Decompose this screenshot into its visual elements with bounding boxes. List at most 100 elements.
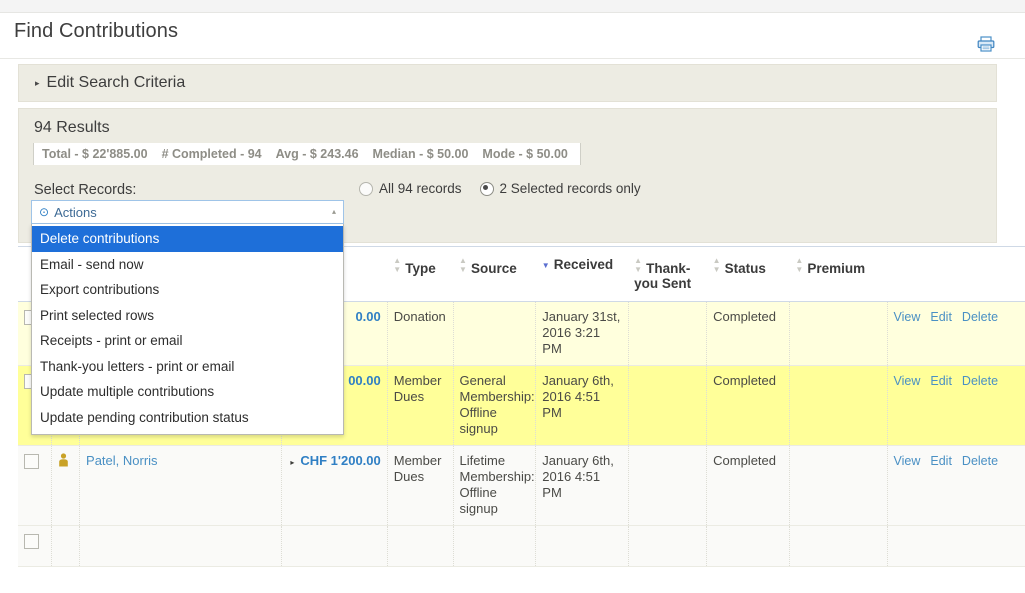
expand-amount-icon[interactable]: ▸ [290,458,294,467]
table-row: Patel, Norris ▸CHF 1'200.00 Member Dues … [18,445,1025,525]
row-premium-cell [789,525,887,566]
select-records-label: Select Records: [34,182,136,198]
row-edit-link[interactable]: Edit [930,310,952,324]
row-view-link[interactable]: View [894,454,921,468]
menu-item-email-send-now[interactable]: Email - send now [32,252,343,278]
th-received[interactable]: ▼Received [536,247,628,302]
edit-search-criteria-bar[interactable]: ▸ Edit Search Criteria [18,64,997,102]
stat-completed: # Completed - 94 [162,147,262,161]
app-root: Find Contributions ▸ Edit Search Criteri… [0,0,1025,593]
actions-select-button[interactable]: ⊙ Actions ▴ [31,200,344,224]
row-type-cell: Member Dues [387,445,453,525]
row-actions-cell [887,525,1025,566]
row-checkbox-cell[interactable] [18,525,52,566]
individual-contact-icon [58,453,69,467]
row-amount: 0.00 [355,309,380,324]
row-name-cell[interactable]: Patel, Norris [80,445,282,525]
row-amount: 00.00 [348,373,381,388]
th-type-label: Type [405,261,436,276]
row-edit-link[interactable]: Edit [930,454,952,468]
row-thank-you-cell [628,525,707,566]
row-received-cell: January 6th, 2016 4:51 PM [536,445,628,525]
title-divider [0,58,1025,59]
th-premium-label: Premium [807,261,865,276]
radio-option-selected-records[interactable]: 2 Selected records only [480,181,641,196]
row-actions-cell: View Edit Delete [887,445,1025,525]
th-status-label: Status [725,261,766,276]
stat-total: Total - $ 22'885.00 [42,147,148,161]
row-type-cell: Donation [387,301,453,365]
row-status-cell: Completed [707,365,790,445]
th-received-label: Received [554,257,613,272]
row-delete-link[interactable]: Delete [962,454,998,468]
radio-selected-records-label: 2 Selected records only [500,181,641,196]
row-received-cell: January 31st, 2016 3:21 PM [536,301,628,365]
row-amount-cell [281,525,387,566]
edit-search-criteria-label: Edit Search Criteria [47,74,186,92]
row-source-cell [453,301,536,365]
sort-icon-premium[interactable]: ▲▼ [795,257,804,275]
row-amount-cell: ▸ CHF 1'200.00 [281,445,387,525]
th-premium[interactable]: ▲▼Premium [789,247,887,302]
row-source-cell: Lifetime Membership: Offline signup [453,445,536,525]
row-premium-cell [789,445,887,525]
row-edit-link[interactable]: Edit [930,374,952,388]
th-status[interactable]: ▲▼Status [707,247,790,302]
stat-median: Median - $ 50.00 [373,147,469,161]
menu-item-update-multiple-contributions[interactable]: Update multiple contributions [32,379,343,405]
row-name-link[interactable]: Patel, Norris [86,453,158,468]
th-source[interactable]: ▲▼Source [453,247,536,302]
row-view-link[interactable]: View [894,374,921,388]
row-checkbox[interactable] [24,534,39,549]
row-amount: CHF 1'200.00 [300,453,380,468]
row-type-cell: Member Dues [387,365,453,445]
sort-icon-received-desc[interactable]: ▼ [542,262,551,271]
row-delete-link[interactable]: Delete [962,374,998,388]
row-premium-cell [789,365,887,445]
radio-all-records-label: All 94 records [379,181,462,196]
row-actions-cell: View Edit Delete [887,301,1025,365]
sort-icon-type[interactable]: ▲▼ [393,257,402,275]
menu-item-update-pending-contribution-status[interactable]: Update pending contribution status [32,405,343,431]
row-status-cell: Completed [707,301,790,365]
row-contact-icon-cell [52,525,80,566]
row-source-cell: General Membership: Offline signup [453,365,536,445]
row-view-link[interactable]: View [894,310,921,324]
printer-icon[interactable] [977,36,995,52]
results-count-heading: 94 Results [34,119,110,137]
actions-select-label: Actions [54,205,332,220]
row-actions-cell: View Edit Delete [887,365,1025,445]
menu-item-print-selected-rows[interactable]: Print selected rows [32,303,343,329]
row-thank-you-cell [628,301,707,365]
sort-icon-thank-you[interactable]: ▲▼ [634,257,643,275]
row-name-cell[interactable] [80,525,282,566]
actions-select: ⊙ Actions ▴ Delete contributions Email -… [31,200,344,435]
menu-item-export-contributions[interactable]: Export contributions [32,277,343,303]
row-source-cell [453,525,536,566]
row-checkbox[interactable] [24,454,39,469]
th-type[interactable]: ▲▼Type [387,247,453,302]
row-checkbox-cell[interactable] [18,445,52,525]
select-records-radio-group: All 94 records 2 Selected records only [359,181,659,196]
row-status-cell: Completed [707,445,790,525]
menu-item-thank-you-letters[interactable]: Thank-you letters - print or email [32,354,343,380]
menu-item-delete-contributions[interactable]: Delete contributions [32,226,343,252]
row-type-cell [387,525,453,566]
row-received-cell: January 6th, 2016 4:51 PM [536,365,628,445]
row-delete-link[interactable]: Delete [962,310,998,324]
radio-all-records-indicator[interactable] [359,182,373,196]
th-row-actions [887,247,1025,302]
menu-item-receipts-print-or-email[interactable]: Receipts - print or email [32,328,343,354]
row-received-cell [536,525,628,566]
check-circle-icon: ⊙ [39,206,49,218]
table-row [18,525,1025,566]
top-strip [0,0,1025,13]
sort-icon-source[interactable]: ▲▼ [459,257,468,275]
results-statistics-bar: Total - $ 22'885.00 # Completed - 94 Avg… [33,143,581,165]
sort-icon-status[interactable]: ▲▼ [713,257,722,275]
row-status-cell [707,525,790,566]
radio-option-all-records[interactable]: All 94 records [359,181,462,196]
radio-selected-records-indicator[interactable] [480,182,494,196]
th-thank-you-sent[interactable]: ▲▼Thank-you Sent [628,247,707,302]
stat-avg: Avg - $ 243.46 [276,147,359,161]
